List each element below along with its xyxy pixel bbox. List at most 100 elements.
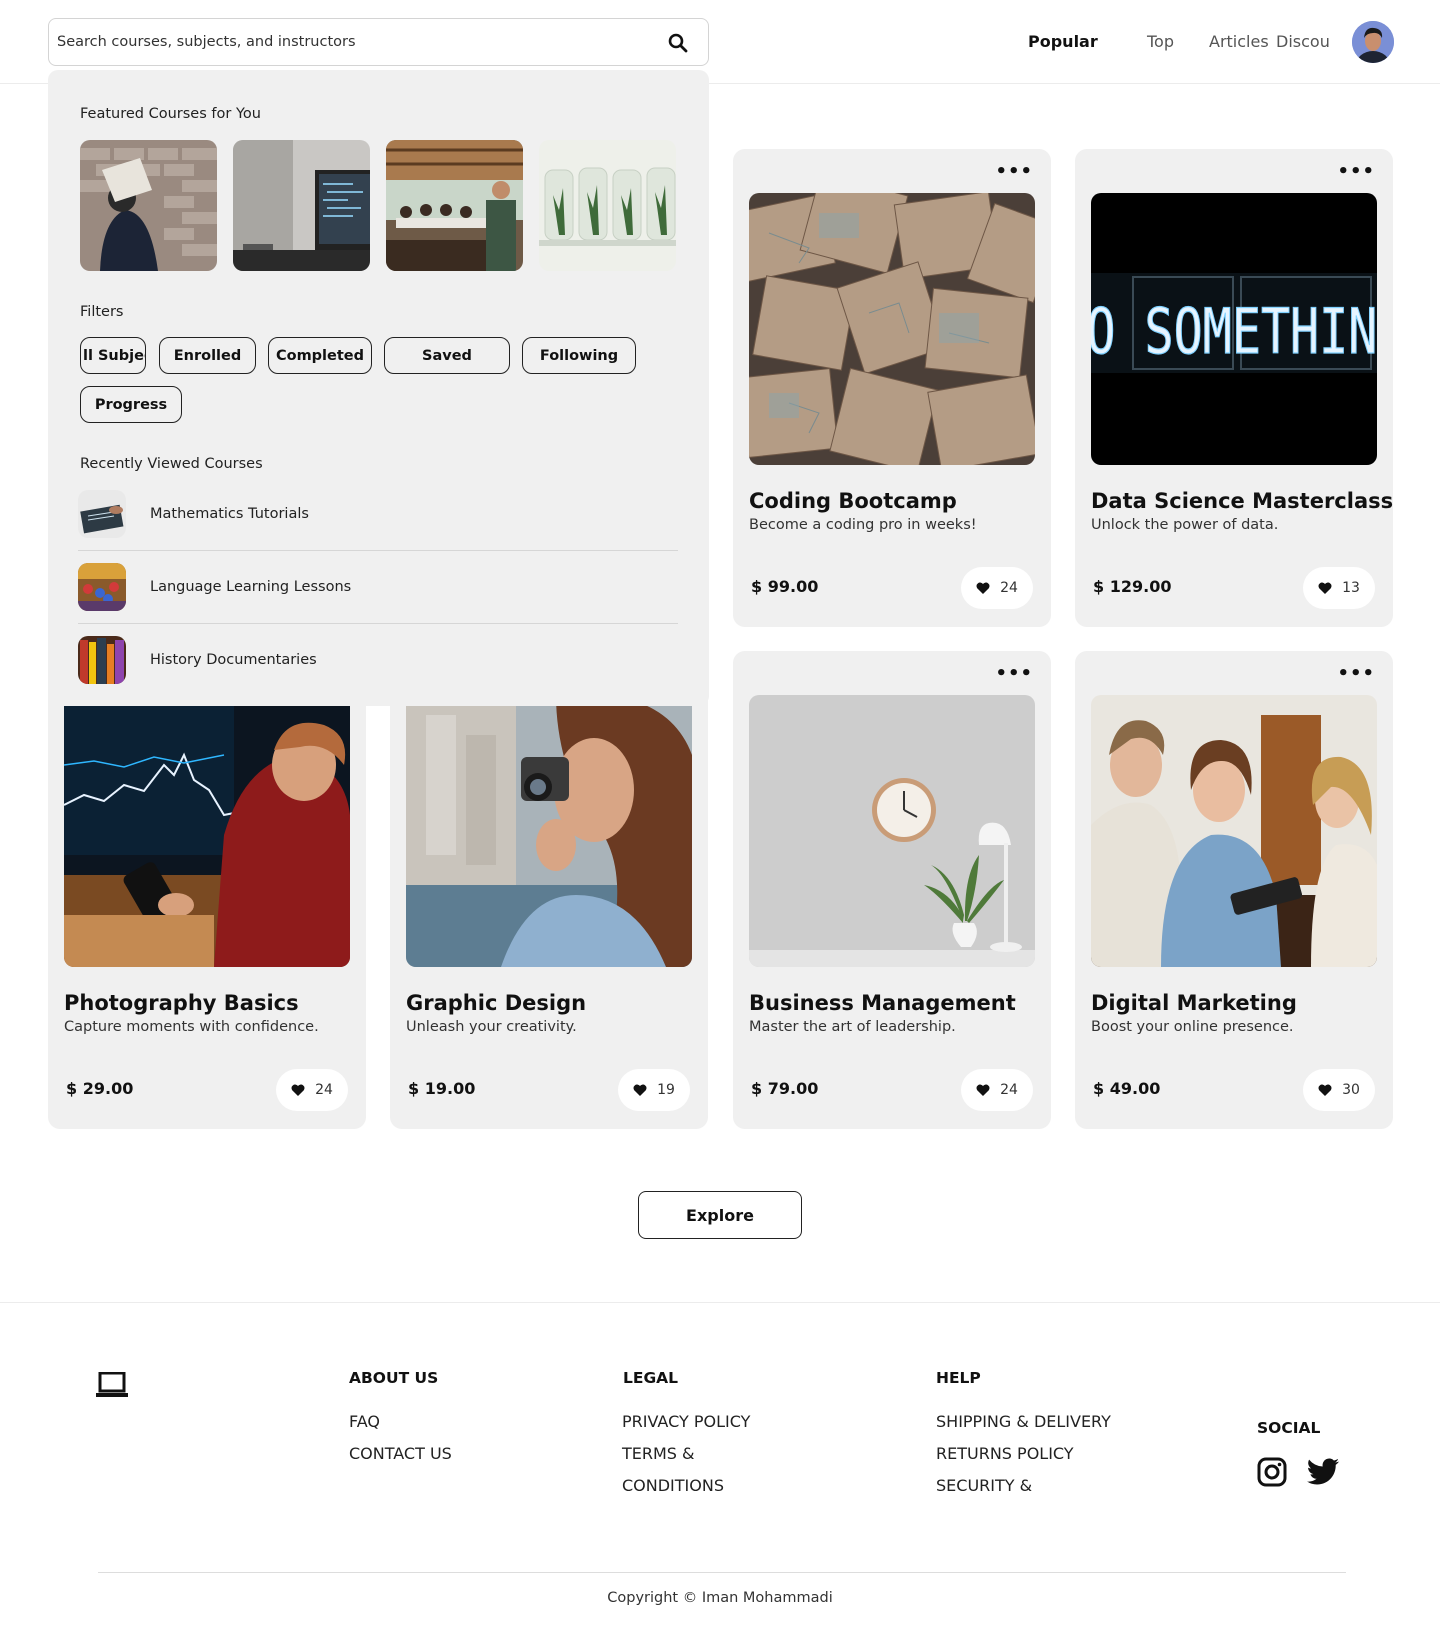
price-value: 29.00 (82, 1079, 134, 1098)
like-count: 24 (1000, 1082, 1018, 1098)
copyright: Copyright © Iman Mohammadi (607, 1590, 833, 1606)
twitter-icon[interactable] (1306, 1458, 1340, 1486)
filters-title: Filters (80, 304, 124, 320)
course-image: O SOMETHING GREA (1091, 193, 1377, 465)
currency-symbol: $ (408, 1079, 420, 1098)
like-count: 19 (657, 1082, 675, 1098)
footer-link-privacy[interactable]: PRIVACY POLICY (622, 1412, 750, 1431)
course-title[interactable]: Graphic Design (406, 991, 586, 1015)
more-options-icon[interactable]: ••• (1337, 161, 1375, 182)
course-title[interactable]: Data Science Masterclass (1091, 489, 1393, 513)
recent-item[interactable]: Mathematics Tutorials (78, 490, 678, 551)
heart-icon (633, 1084, 647, 1096)
currency-symbol: $ (1093, 577, 1105, 596)
currency-symbol: $ (1093, 1079, 1105, 1098)
instagram-icon[interactable] (1257, 1457, 1287, 1487)
recent-label: Mathematics Tutorials (150, 506, 309, 522)
footer-link-contact[interactable]: CONTACT US (349, 1444, 452, 1463)
more-options-icon[interactable]: ••• (995, 663, 1033, 684)
filter-enrolled[interactable]: Enrolled (159, 337, 256, 374)
footer-link-faq[interactable]: FAQ (349, 1412, 380, 1431)
like-button[interactable]: 24 (961, 1069, 1033, 1111)
course-card[interactable]: ••• Business Management Master the art o… (733, 651, 1051, 1129)
course-price: $ 19.00 (408, 1079, 475, 1098)
heart-icon (976, 1084, 990, 1096)
copyright-divider (98, 1572, 1346, 1573)
course-title[interactable]: Coding Bootcamp (749, 489, 957, 513)
course-image (749, 695, 1035, 967)
course-title[interactable]: Digital Marketing (1091, 991, 1297, 1015)
course-price: $ 79.00 (751, 1079, 818, 1098)
course-subtitle: Boost your online presence. (1091, 1019, 1294, 1035)
filter-saved[interactable]: Saved (384, 337, 510, 374)
like-button[interactable]: 24 (961, 567, 1033, 609)
course-price: $ 29.00 (66, 1079, 133, 1098)
course-image (64, 695, 350, 967)
course-subtitle: Capture moments with confidence. (64, 1019, 319, 1035)
search-bar[interactable] (48, 18, 709, 66)
like-button[interactable]: 30 (1303, 1069, 1375, 1111)
recent-item[interactable]: History Documentaries (78, 636, 678, 696)
filter-completed[interactable]: Completed (268, 337, 372, 374)
featured-thumb-4[interactable] (539, 140, 676, 271)
laptop-logo-icon[interactable] (96, 1372, 128, 1398)
filter-progress[interactable]: Progress (80, 386, 182, 423)
more-options-icon[interactable]: ••• (995, 161, 1033, 182)
heart-icon (1318, 582, 1332, 594)
search-icon[interactable] (668, 33, 688, 53)
course-subtitle: Unlock the power of data. (1091, 517, 1279, 533)
explore-button[interactable]: Explore (638, 1191, 802, 1239)
featured-thumb-2[interactable] (233, 140, 370, 271)
nav-discounts[interactable]: Discou (1276, 32, 1330, 51)
course-card[interactable]: ••• Photography Basics Capture moments w… (48, 651, 366, 1129)
avatar[interactable] (1352, 21, 1394, 63)
price-value: 79.00 (767, 1079, 819, 1098)
course-card[interactable]: ••• Coding Bootcamp Become a coding pro … (733, 149, 1051, 627)
footer-link-security[interactable]: SECURITY & (936, 1476, 1032, 1495)
search-input[interactable] (57, 27, 617, 57)
nav-articles[interactable]: Articles (1209, 32, 1269, 51)
currency-symbol: $ (751, 1079, 763, 1098)
nav-top[interactable]: Top (1147, 32, 1174, 51)
footer-link-conditions[interactable]: CONDITIONS (622, 1476, 724, 1495)
featured-thumb-3[interactable] (386, 140, 523, 271)
course-price: $ 99.00 (751, 577, 818, 596)
course-title[interactable]: Business Management (749, 991, 1016, 1015)
recent-item[interactable]: Language Learning Lessons (78, 563, 678, 624)
filter-all-subjects[interactable]: ll Subject (80, 337, 146, 374)
course-title[interactable]: Photography Basics (64, 991, 299, 1015)
recent-thumb (78, 490, 126, 538)
heart-icon (976, 582, 990, 594)
footer-about-title: ABOUT US (349, 1369, 439, 1387)
course-image (406, 695, 692, 967)
footer-social-title: SOCIAL (1257, 1419, 1321, 1437)
footer-link-shipping[interactable]: SHIPPING & DELIVERY (936, 1412, 1111, 1431)
footer-link-returns[interactable]: RETURNS POLICY (936, 1444, 1074, 1463)
course-card[interactable]: ••• O SOMETHING GREA Data Science Master… (1075, 149, 1393, 627)
divider (78, 623, 678, 624)
like-count: 30 (1342, 1082, 1360, 1098)
neon-sign-text: O SOMETHING GREA (1091, 296, 1377, 368)
footer-help-title: HELP (936, 1369, 981, 1387)
recent-thumb (78, 563, 126, 611)
currency-symbol: $ (66, 1079, 78, 1098)
course-image (749, 193, 1035, 465)
heart-icon (291, 1084, 305, 1096)
nav-popular[interactable]: Popular (1028, 32, 1098, 51)
like-count: 13 (1342, 580, 1360, 596)
footer-link-terms[interactable]: TERMS & (622, 1444, 695, 1463)
featured-thumb-1[interactable] (80, 140, 217, 271)
filter-following[interactable]: Following (522, 337, 636, 374)
price-value: 129.00 (1109, 577, 1172, 596)
like-button[interactable]: 24 (276, 1069, 348, 1111)
footer-divider (0, 1302, 1440, 1303)
course-price: $ 129.00 (1093, 577, 1171, 596)
course-card[interactable]: ••• Graphic Design Unleash your creativi… (390, 651, 708, 1129)
price-value: 49.00 (1109, 1079, 1161, 1098)
divider (78, 550, 678, 551)
more-options-icon[interactable]: ••• (1337, 663, 1375, 684)
like-button[interactable]: 19 (618, 1069, 690, 1111)
course-subtitle: Master the art of leadership. (749, 1019, 956, 1035)
like-button[interactable]: 13 (1303, 567, 1375, 609)
course-card[interactable]: ••• Digital Marketing Boost your online … (1075, 651, 1393, 1129)
